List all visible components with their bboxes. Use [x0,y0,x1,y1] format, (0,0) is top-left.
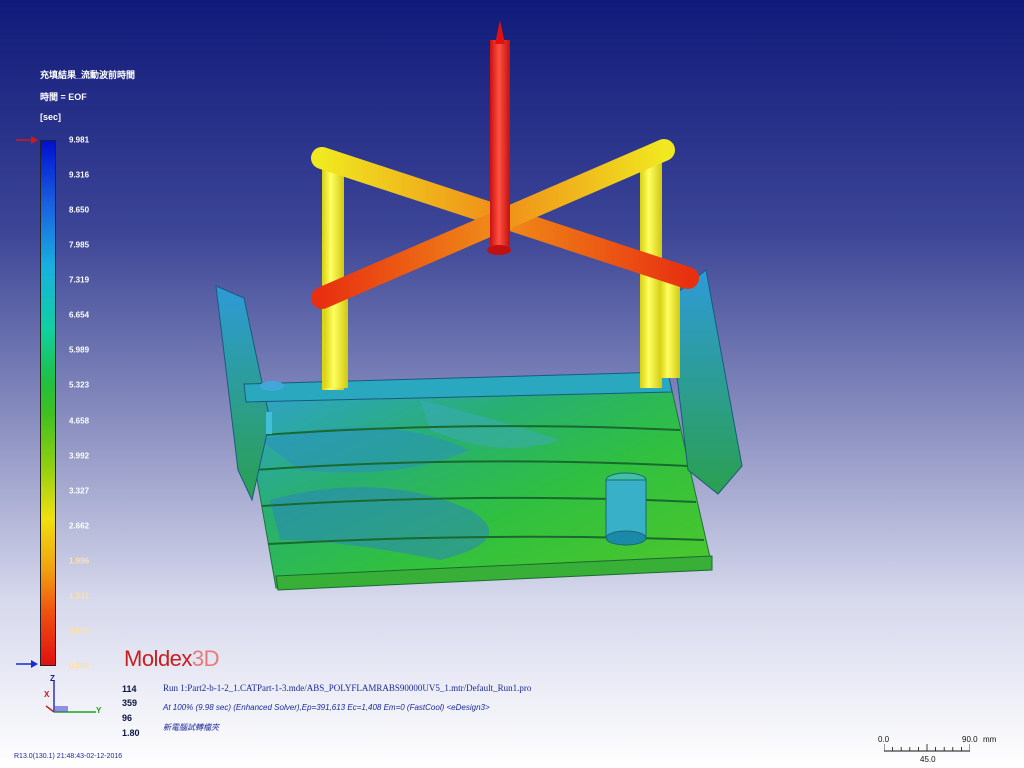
legend-tick-label: 0.665 [69,626,90,636]
legend-tick-label: 4.658 [69,416,90,426]
min-marker-icon [16,660,38,668]
legend-tick-label: 3.327 [69,486,90,496]
legend-tick-label: 2.662 [69,521,90,531]
legend-title: 充填結果_流動波前時間 [40,70,136,80]
legend-tick-label: 6.654 [69,310,90,320]
legend-tick-label: 5.989 [69,345,90,355]
scale-unit-label: mm [983,735,997,744]
stat-value-4: 1.80 [122,728,140,738]
scale-mid-label: 45.0 [920,755,936,764]
axis-x-label: X [44,690,50,699]
legend-tick-label: 8.650 [69,205,90,215]
logo-suffix: 3D [191,646,220,671]
stat-value-2: 359 [122,698,138,708]
legend-tick-label: 0.000 [69,661,90,671]
moldex3d-logo: Moldex3D [124,646,220,672]
legend-tick-label: 1.331 [69,591,90,601]
legend-tick-label: 5.323 [69,380,90,390]
stat-value-1: 114 [122,684,137,694]
runner-system [311,20,699,390]
color-legend-bar [40,140,56,666]
scale-bar [884,744,970,752]
axis-z-label: Z [50,674,55,683]
scale-right-label: 90.0 [962,735,978,744]
scale-left-label: 0.0 [878,735,890,744]
stat-value-3: 96 [122,713,133,723]
legend-time: 時間 = EOF [40,92,87,102]
max-marker-icon [16,136,38,144]
legend-tick-label: 1.996 [69,556,90,566]
solver-info: At 100% (9.98 sec) (Enhanced Solver),Ep=… [163,703,490,712]
run-info: Run 1:Part2-b-1-2_1.CATPart-1-3.mde/ABS_… [163,683,532,693]
logo-main: Moldex [124,646,192,671]
axis-y-label: Y [96,706,102,715]
version-stamp: R13.0(130.1) 21:48:43-02-12-2016 [14,753,123,760]
legend-tick-label: 9.981 [69,135,90,145]
legend-tick-label: 7.985 [69,240,90,250]
note-info: 新電腦試轉檔夾 [163,723,219,732]
legend-tick-label: 3.992 [69,451,90,461]
legend-tick-label: 7.319 [69,275,90,285]
legend-unit: [sec] [40,112,62,122]
legend-tick-label: 9.316 [69,170,90,180]
